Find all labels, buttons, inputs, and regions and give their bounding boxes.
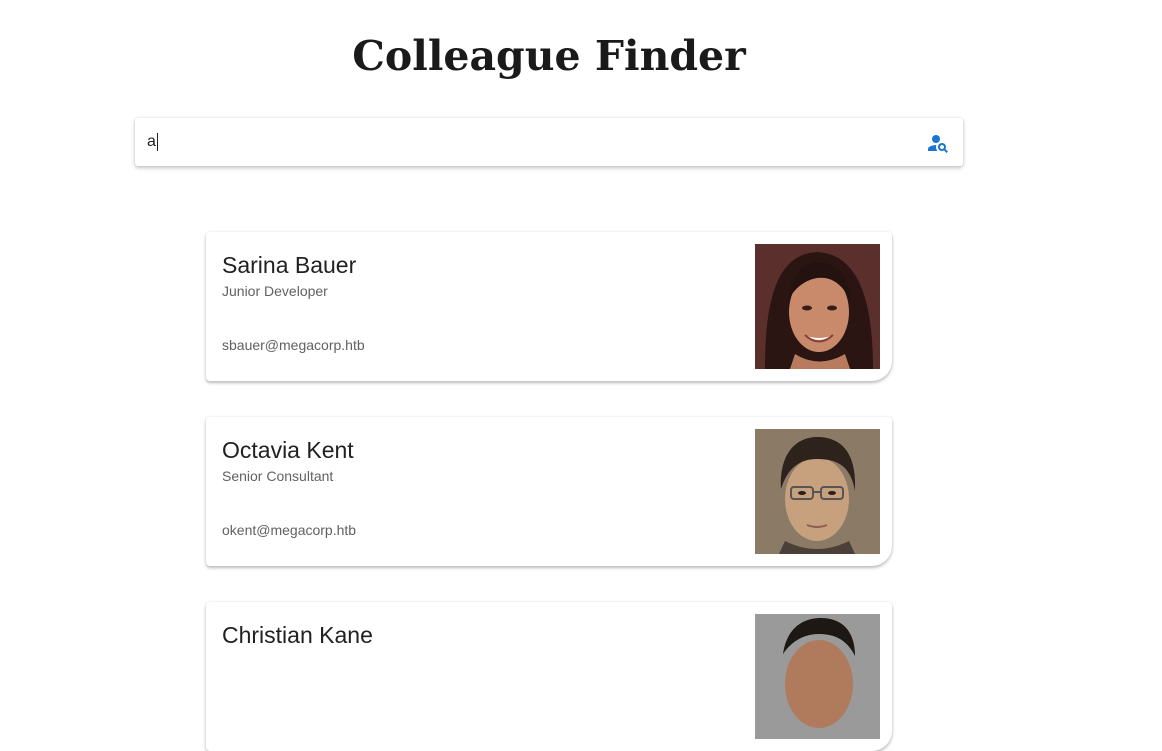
colleague-name: Sarina Bauer <box>222 252 357 278</box>
colleague-email: okent@megacorp.htb <box>222 522 357 538</box>
colleague-role: Junior Developer <box>222 283 328 299</box>
colleague-role: Senior Consultant <box>222 468 334 484</box>
colleague-photo <box>755 244 880 369</box>
person-search-icon[interactable] <box>926 131 950 155</box>
colleague-card[interactable]: Sarina Bauer Junior Developer sbauer@meg… <box>206 232 892 381</box>
colleague-card[interactable]: Octavia Kent Senior Consultant okent@meg… <box>206 417 892 566</box>
colleague-email: sbauer@megacorp.htb <box>222 337 365 353</box>
colleague-photo <box>755 614 880 739</box>
search-input[interactable]: a <box>147 133 158 151</box>
colleague-card[interactable]: Christian Kane <box>206 602 892 751</box>
search-input-value: a <box>147 133 156 150</box>
page-title: Colleague Finder <box>352 32 746 80</box>
text-caret <box>156 133 158 151</box>
colleague-photo <box>755 429 880 554</box>
colleague-name: Christian Kane <box>222 622 373 648</box>
colleague-name: Octavia Kent <box>222 437 354 463</box>
search-bar[interactable]: a <box>135 118 963 166</box>
